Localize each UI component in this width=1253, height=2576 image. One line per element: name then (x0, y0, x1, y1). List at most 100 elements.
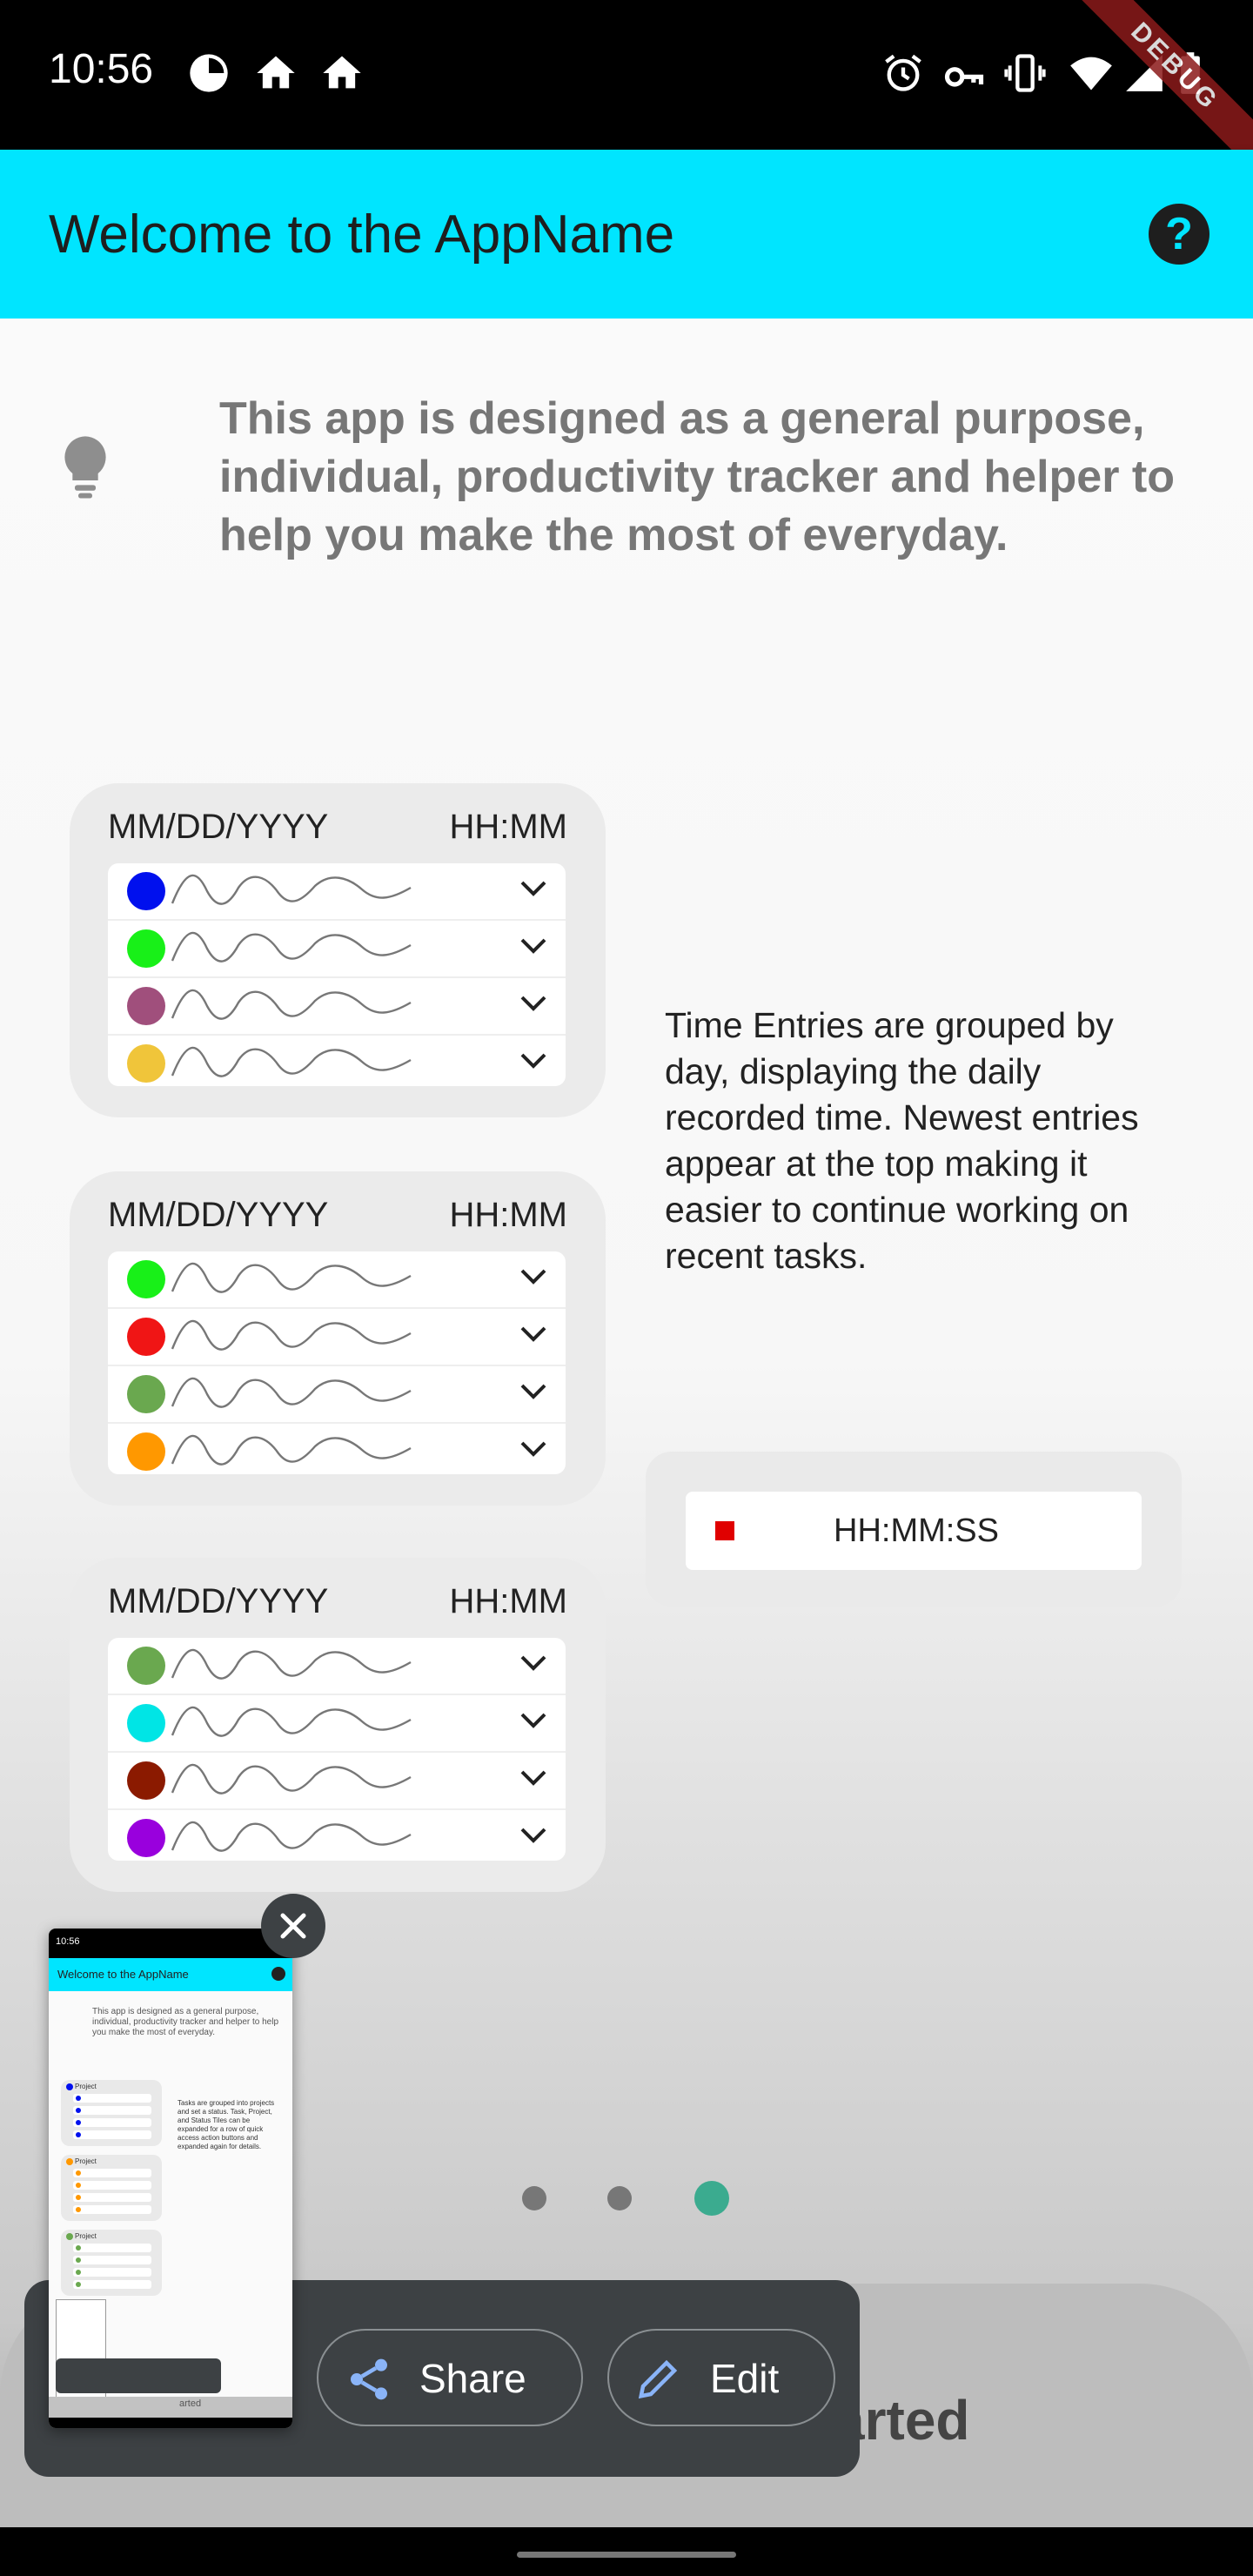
placeholder-text-squiggle (171, 874, 423, 913)
entry-row (108, 921, 566, 978)
status-time: 10:56 (49, 46, 154, 92)
day-date: MM/DD/YYYY (108, 1196, 329, 1234)
app-bar: Welcome to the AppName ? (0, 150, 1253, 319)
chevron-down-icon (519, 1439, 548, 1463)
entry-row (108, 1753, 566, 1810)
chevron-down-icon (519, 994, 548, 1017)
vpn-key-icon (944, 67, 984, 87)
share-icon (351, 2358, 387, 2400)
preview-project-card: Project (61, 2080, 162, 2146)
help-icon[interactable]: ? (1149, 204, 1209, 265)
preview-nav-bar (49, 2418, 292, 2428)
day-card: MM/DD/YYYY HH:MM (70, 783, 606, 1117)
preview-screen: 10:56 Welcome to the AppName This app is… (49, 1929, 292, 2428)
chevron-down-icon (519, 1768, 548, 1792)
close-icon-glyph (280, 1913, 306, 1939)
day-card: MM/DD/YYYY HH:MM (70, 1171, 606, 1506)
page-dot (607, 2186, 632, 2210)
entry-row (108, 1366, 566, 1424)
entry-row (108, 1251, 566, 1309)
vibrate-icon (1004, 54, 1046, 92)
chevron-down-icon (519, 1711, 548, 1734)
page-dot (522, 2186, 546, 2210)
entry-color-dot (127, 929, 165, 968)
preview-intro: This app is designed as a general purpos… (92, 2007, 279, 2037)
entry-color-dot (127, 1260, 165, 1298)
preview-title: Welcome to the AppName (57, 1968, 189, 1981)
entry-color-dot (127, 987, 165, 1025)
entry-row (108, 978, 566, 1036)
preview-project-card: Project (61, 2155, 162, 2221)
entry-color-dot (127, 1044, 165, 1083)
preview-description: Tasks are grouped into projects and set … (178, 2099, 275, 2150)
placeholder-text-squiggle (171, 1319, 423, 1358)
chevron-down-icon (519, 1325, 548, 1348)
home-icon (257, 56, 295, 89)
stop-icon (715, 1521, 734, 1540)
entry-list (108, 1638, 566, 1861)
app-title: Welcome to the AppName (49, 205, 675, 265)
placeholder-text-squiggle (171, 1046, 423, 1085)
preview-project-label: Project (75, 2232, 97, 2240)
placeholder-text-squiggle (171, 1763, 423, 1802)
timer-card: HH:MM:SS (646, 1452, 1182, 1607)
placeholder-text-squiggle (171, 1377, 423, 1416)
preview-status-bar: 10:56 (49, 1929, 292, 1958)
entry-row (108, 863, 566, 921)
screenshot-preview[interactable]: 10:56 Welcome to the AppName This app is… (49, 1929, 292, 2428)
status-bar: 10:56 DEBUG (0, 0, 1253, 178)
preview-help-icon (271, 1967, 285, 1981)
chevron-down-icon (519, 1382, 548, 1405)
timer-row: HH:MM:SS (686, 1492, 1142, 1570)
entry-color-dot (127, 1704, 165, 1742)
chevron-down-icon (519, 879, 548, 902)
chevron-down-icon (519, 1826, 548, 1849)
feature-description: Time Entries are grouped by day, display… (665, 1005, 1139, 1276)
page-dot (694, 2181, 729, 2216)
placeholder-text-squiggle (171, 1706, 423, 1745)
day-card: MM/DD/YYYY HH:MM (70, 1558, 606, 1892)
entry-color-dot (127, 1819, 165, 1857)
placeholder-text-squiggle (171, 1648, 423, 1687)
preview-time: 10:56 (56, 1936, 80, 1947)
chevron-down-icon (519, 1051, 548, 1075)
day-total-hours: HH:MM (449, 1196, 567, 1234)
close-icon[interactable] (261, 1894, 325, 1958)
chevron-down-icon (519, 1267, 548, 1291)
day-total-hours: HH:MM (449, 1582, 567, 1620)
share-button[interactable]: Share (317, 2329, 583, 2426)
entry-row (108, 1810, 566, 1866)
entry-color-dot (127, 1432, 165, 1471)
day-date: MM/DD/YYYY (108, 808, 329, 846)
entry-list (108, 1251, 566, 1474)
entry-row (108, 1036, 566, 1091)
wifi-icon (1070, 57, 1112, 91)
timer-label: HH:MM:SS (834, 1513, 999, 1549)
entry-color-dot (127, 1318, 165, 1356)
entry-row (108, 1424, 566, 1479)
share-label: Share (419, 2356, 526, 2401)
preview-app-bar: Welcome to the AppName (49, 1958, 292, 1991)
preview-get-started: arted (179, 2398, 202, 2409)
edit-button[interactable]: Edit (607, 2329, 835, 2426)
data-saver-icon (190, 54, 228, 92)
entry-list (108, 863, 566, 1086)
placeholder-text-squiggle (171, 931, 423, 970)
entry-color-dot (127, 1647, 165, 1685)
entry-row (108, 1309, 566, 1366)
day-date: MM/DD/YYYY (108, 1582, 329, 1620)
placeholder-text-squiggle (171, 989, 423, 1028)
home-gesture-handle[interactable] (517, 2552, 736, 2558)
entry-color-dot (127, 1375, 165, 1413)
alarm-icon (885, 54, 921, 91)
placeholder-text-squiggle (171, 1434, 423, 1473)
preview-action-bar (56, 2358, 221, 2393)
pencil-icon (638, 2359, 678, 2399)
entry-color-dot (127, 1761, 165, 1800)
lightbulb-icon (64, 436, 106, 499)
entry-row (108, 1638, 566, 1695)
chevron-down-icon (519, 936, 548, 960)
preview-project-card: Project (61, 2230, 162, 2296)
intro-text: This app is designed as a general purpos… (219, 393, 1175, 560)
edit-label: Edit (710, 2356, 780, 2401)
